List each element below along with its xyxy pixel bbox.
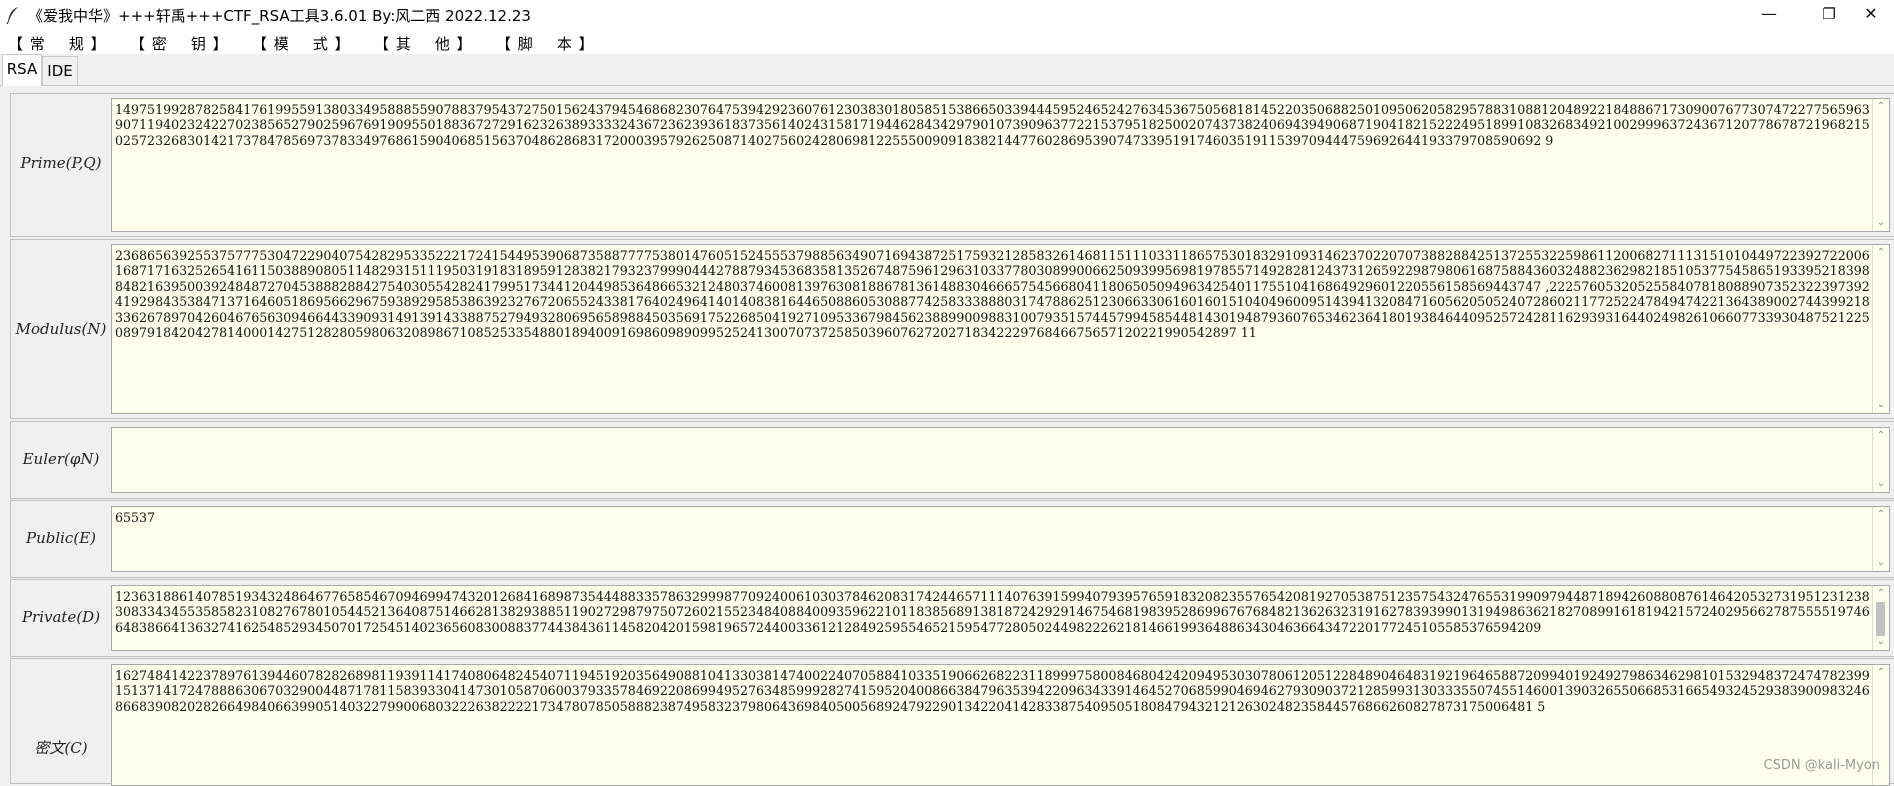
menu-mode[interactable]: 【 模 式 】: [252, 33, 351, 54]
scroll-up-icon[interactable]: ⌃: [1875, 509, 1887, 521]
scroll-down-icon[interactable]: ⌄: [1875, 557, 1887, 569]
menu-bar: 【 常 规 】 【 密 钥 】 【 模 式 】 【 其 他 】 【 脚 本 】: [0, 30, 1894, 54]
public-value[interactable]: 65537: [115, 510, 1871, 525]
scroll-down-icon[interactable]: ⌄: [1875, 217, 1887, 229]
prime-value[interactable]: 1497519928782584176199559138033495888559…: [115, 102, 1871, 148]
cipher-label: 密文(C): [34, 739, 88, 757]
maximize-button[interactable]: ❐: [1806, 0, 1852, 30]
menu-other[interactable]: 【 其 他 】: [374, 33, 473, 54]
tab-ide[interactable]: IDE: [42, 56, 78, 85]
minimize-button[interactable]: —: [1746, 0, 1792, 30]
public-scrollbar[interactable]: ⌃ ⌄: [1872, 507, 1889, 571]
cipher-field[interactable]: 1627484142237897613944607828268981193911…: [111, 664, 1890, 786]
private-label: Private(D): [21, 608, 101, 626]
scroll-up-icon[interactable]: ⌃: [1875, 430, 1887, 442]
prime-row: Prime(P,Q) 14975199287825841761995591380…: [10, 93, 1894, 237]
euler-scrollbar[interactable]: ⌃ ⌄: [1872, 428, 1889, 492]
scroll-down-icon[interactable]: ⌄: [1875, 399, 1887, 411]
modulus-scrollbar[interactable]: ⌃ ⌄: [1872, 245, 1889, 413]
cipher-value[interactable]: 1627484142237897613944607828268981193911…: [115, 668, 1871, 714]
tab-divider: [0, 85, 1894, 86]
euler-label: Euler(φN): [22, 450, 100, 468]
tab-bar: RSA IDE: [0, 54, 1894, 86]
scroll-thumb[interactable]: [1876, 602, 1885, 636]
private-row: Private(D) 12363188614078519343248646776…: [10, 579, 1894, 657]
scroll-up-icon[interactable]: ⌃: [1875, 101, 1887, 113]
public-field[interactable]: 65537 ⌃ ⌄: [111, 506, 1890, 572]
scroll-down-icon[interactable]: ⌄: [1875, 478, 1887, 490]
menu-general[interactable]: 【 常 规 】: [8, 33, 107, 54]
close-button[interactable]: ✕: [1848, 0, 1894, 30]
feather-icon: [6, 7, 18, 24]
euler-row: Euler(φN) ⌃ ⌄: [10, 421, 1894, 499]
menu-script[interactable]: 【 脚 本 】: [496, 33, 595, 54]
watermark: CSDN @kali-Myon: [1763, 758, 1880, 773]
scroll-down-icon[interactable]: ⌄: [1875, 636, 1887, 648]
public-row: Public(E) 65537 ⌃ ⌄: [10, 500, 1894, 578]
private-value[interactable]: 1236318861407851934324864677658546709469…: [115, 589, 1871, 635]
public-label: Public(E): [25, 529, 96, 547]
modulus-label: Modulus(N): [15, 320, 107, 338]
scroll-up-icon[interactable]: ⌃: [1875, 667, 1887, 679]
private-scrollbar[interactable]: ⌃ ⌄: [1872, 586, 1889, 650]
window-title: 《爱我中华》+++轩禹+++CTF_RSA工具3.6.01 By:风二西 202…: [28, 7, 531, 25]
tab-rsa[interactable]: RSA: [2, 54, 42, 86]
scroll-up-icon[interactable]: ⌃: [1875, 247, 1887, 259]
prime-scrollbar[interactable]: ⌃ ⌄: [1872, 99, 1889, 231]
scroll-up-icon[interactable]: ⌃: [1875, 588, 1887, 600]
prime-label: Prime(P,Q): [20, 154, 102, 172]
modulus-value[interactable]: 2368656392553757775304722904075428295335…: [115, 248, 1871, 340]
private-field[interactable]: 1236318861407851934324864677658546709469…: [111, 585, 1890, 651]
modulus-field[interactable]: 2368656392553757775304722904075428295335…: [111, 244, 1890, 414]
modulus-row: Modulus(N) 23686563925537577753047229040…: [10, 239, 1894, 419]
title-bar: 《爱我中华》+++轩禹+++CTF_RSA工具3.6.01 By:风二西 202…: [0, 0, 1894, 30]
menu-key[interactable]: 【 密 钥 】: [130, 33, 229, 54]
euler-field[interactable]: ⌃ ⌄: [111, 427, 1890, 493]
prime-field[interactable]: 1497519928782584176199559138033495888559…: [111, 98, 1890, 232]
cipher-row: 密文(C) 1627484142237897613944607828268981…: [10, 658, 1894, 786]
